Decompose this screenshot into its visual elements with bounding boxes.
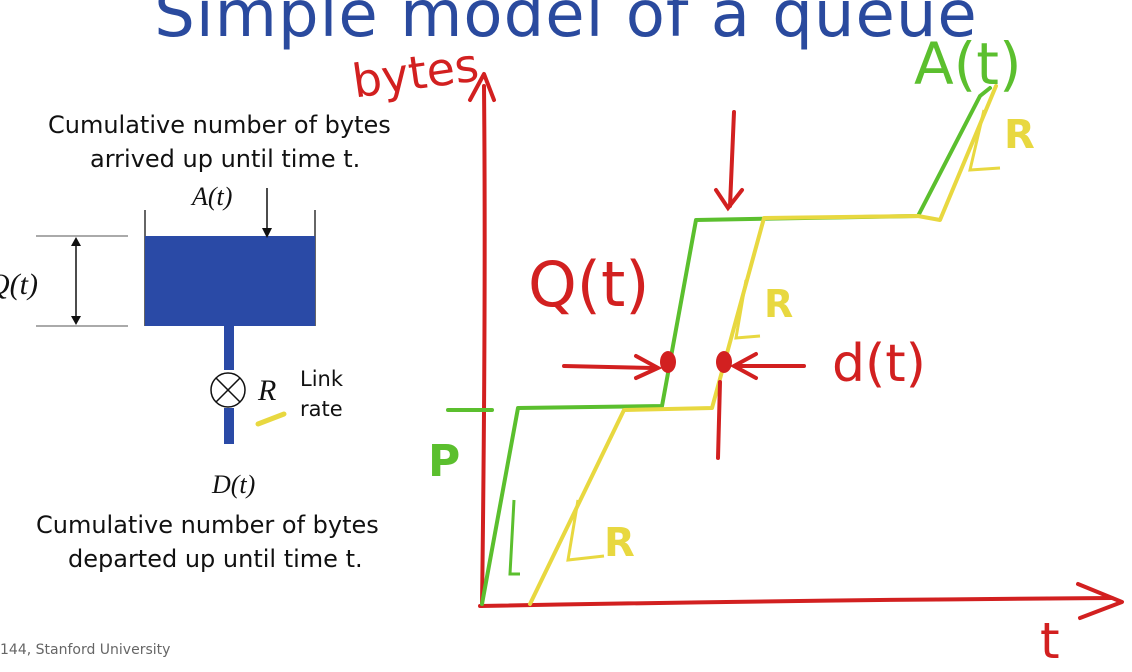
delay-arrow-left: [562, 364, 656, 370]
x-axis-label: t: [1040, 612, 1060, 670]
y-axis: [480, 84, 487, 608]
queue-dim-arrow-down: [71, 316, 81, 325]
queue-dim-arrow-up: [71, 237, 81, 246]
packet-size-label: P: [428, 436, 461, 487]
departure-curve: [528, 84, 998, 606]
departure-point-marker: [716, 351, 732, 373]
queue-diagram: [36, 72, 1124, 620]
slope-label-mid: R: [764, 282, 794, 326]
x-axis-arrowhead: [1076, 582, 1124, 620]
outflow-pipe-upper: [224, 326, 234, 370]
queue-tank: [145, 236, 315, 326]
arrival-point-marker: [660, 351, 676, 373]
rate-highlight-mark: [255, 411, 287, 427]
queue-annotation: Q(t): [528, 248, 650, 321]
delay-arrow-bottom: [716, 380, 722, 460]
outflow-pipe-lower: [224, 408, 234, 444]
slope-label-low: R: [604, 520, 635, 566]
departure-slope-triangle-low: [566, 499, 605, 562]
slope-label-high: R: [1004, 112, 1035, 158]
queue-arrow-top: [728, 110, 736, 208]
x-axis: [478, 596, 1114, 608]
arrival-curve-label: A(t): [914, 30, 1022, 98]
arrival-slope-triangle: [508, 499, 520, 576]
delay-annotation: d(t): [832, 334, 926, 394]
departure-slope-triangle-mid: [734, 279, 761, 340]
